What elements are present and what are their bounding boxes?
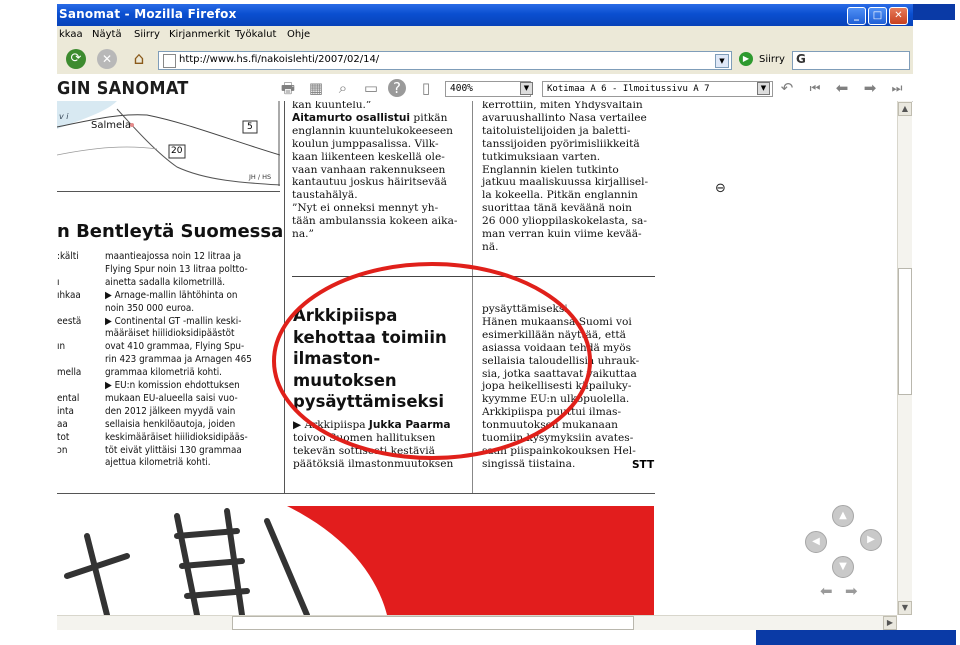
newspaper-page: Salmela 5 20 JH / HS v i n Bentleytä Suo… bbox=[57, 101, 897, 615]
help-icon[interactable]: ? bbox=[388, 79, 406, 97]
first-page-icon[interactable]: ⏮ bbox=[805, 79, 825, 97]
window-titlebar: Sanomat - Mozilla Firefox _ □ ✕ bbox=[57, 4, 913, 26]
menu-view[interactable]: Näytä bbox=[92, 29, 122, 40]
page-view-icon[interactable]: ▦ bbox=[306, 79, 326, 97]
pan-up-icon[interactable]: ▲ bbox=[832, 505, 854, 527]
undo-icon[interactable]: ↶ bbox=[777, 79, 797, 97]
ad-illustration bbox=[57, 506, 657, 615]
page-icon bbox=[163, 54, 176, 68]
go-button[interactable]: Siirry bbox=[759, 54, 785, 65]
pan-down-icon[interactable]: ▼ bbox=[832, 556, 854, 578]
scroll-up-icon[interactable]: ▲ bbox=[898, 102, 912, 116]
zoom-out-cursor-icon: ⊖ bbox=[715, 181, 726, 196]
zoom-select[interactable]: 400% bbox=[445, 81, 531, 97]
home-icon[interactable]: ⌂ bbox=[128, 48, 150, 70]
section-dropdown-icon[interactable]: ▼ bbox=[757, 82, 770, 95]
zoom-dropdown-icon[interactable]: ▼ bbox=[520, 82, 533, 95]
taskbar-edge bbox=[756, 630, 956, 645]
menu-file[interactable]: kkaa bbox=[59, 29, 83, 40]
zoom-icon[interactable]: ⌕ bbox=[333, 79, 353, 97]
page-prev-arrow-icon[interactable]: ⬅ bbox=[820, 582, 833, 600]
reload-icon[interactable]: ⟳ bbox=[66, 49, 86, 69]
scroll-right-icon[interactable]: ▶ bbox=[883, 616, 897, 630]
horizontal-scroll-thumb[interactable] bbox=[232, 616, 634, 630]
go-icon[interactable]: ▶ bbox=[739, 52, 753, 66]
pan-left-icon[interactable]: ◀ bbox=[805, 531, 827, 553]
page-next-arrow-icon[interactable]: ➡ bbox=[845, 582, 858, 600]
maximize-button[interactable]: □ bbox=[868, 7, 887, 25]
newspaper-logo: GIN SANOMAT bbox=[57, 78, 189, 99]
print-icon[interactable]: 🖶 bbox=[278, 79, 298, 97]
url-field[interactable]: http://www.hs.fi/nakoislehti/2007/02/14/… bbox=[158, 51, 732, 70]
section-select[interactable]: Kotimaa A 6 - Ilmoitussivu A 7 bbox=[542, 81, 773, 97]
menu-tools[interactable]: Työkalut bbox=[235, 29, 276, 40]
download-icon[interactable]: ▯ bbox=[416, 79, 436, 97]
menu-help[interactable]: Ohje bbox=[287, 29, 310, 40]
window-title: Sanomat - Mozilla Firefox bbox=[59, 7, 237, 21]
vertical-scroll-thumb[interactable] bbox=[898, 268, 912, 395]
menu-go[interactable]: Siirry bbox=[134, 29, 160, 40]
next-page-icon[interactable]: ➡ bbox=[860, 79, 880, 97]
last-page-icon[interactable]: ⏭ bbox=[887, 79, 907, 97]
stop-icon[interactable]: ✕ bbox=[97, 49, 117, 69]
search-input[interactable]: G bbox=[792, 51, 910, 70]
two-page-icon[interactable]: ▭ bbox=[361, 79, 381, 97]
menu-bookmarks[interactable]: Kirjanmerkit bbox=[169, 29, 230, 40]
prev-page-icon[interactable]: ⬅ bbox=[832, 79, 852, 97]
pan-right-icon[interactable]: ▶ bbox=[860, 529, 882, 551]
menu-bar: kkaa Näytä Siirry Kirjanmerkit Työkalut … bbox=[57, 26, 913, 44]
close-button[interactable]: ✕ bbox=[889, 7, 908, 25]
scroll-down-icon[interactable]: ▼ bbox=[898, 601, 912, 615]
url-text: http://www.hs.fi/nakoislehti/2007/02/14/ bbox=[179, 54, 380, 65]
minimize-button[interactable]: _ bbox=[847, 7, 866, 25]
desktop-edge bbox=[913, 4, 955, 20]
url-dropdown-icon[interactable]: ▼ bbox=[715, 54, 729, 68]
google-icon: G bbox=[796, 52, 806, 66]
